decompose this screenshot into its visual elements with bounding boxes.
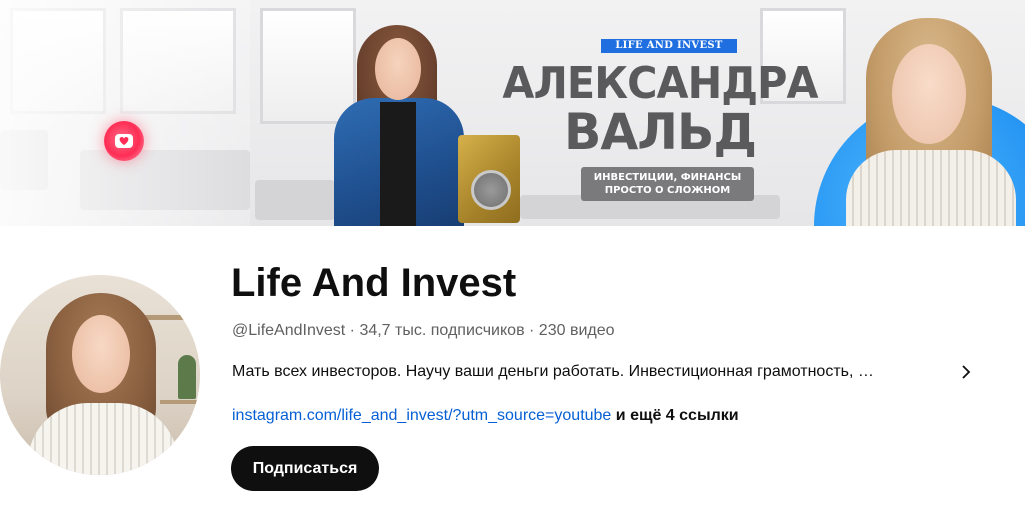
channel-external-link[interactable]: instagram.com/life_and_invest/?utm_sourc… [232,407,611,424]
channel-title: Life And Invest [231,261,517,305]
chevron-right-icon[interactable] [955,361,977,383]
channel-handle: @LifeAndInvest [232,322,346,339]
banner-subtitle: ИНВЕСТИЦИИ, ФИНАНСЫ ПРОСТО О СЛОЖНОМ [581,167,754,201]
table-decoration [255,180,335,220]
window-decoration [260,8,356,124]
meta-separator: · [349,322,355,339]
video-count: 230 видео [538,322,615,339]
banner-tag: LIFE AND INVEST [601,39,737,53]
channel-description[interactable]: Мать всех инвесторов. Научу ваши деньги … [232,361,874,383]
subscriber-count: 34,7 тыс. подписчиков [359,322,525,339]
subscribe-button[interactable]: Подписаться [231,446,379,491]
channel-meta: @LifeAndInvest · 34,7 тыс. подписчиков ·… [232,320,615,342]
channel-banner: LIFE AND INVEST АЛЕКСАНДРА ВАЛЬД ИНВЕСТИ… [0,0,1025,226]
banner-name-last: ВАЛЬД [563,103,757,161]
heart-badge-icon [104,121,144,161]
channel-links: instagram.com/life_and_invest/?utm_sourc… [232,405,739,427]
more-links-button[interactable]: и ещё 4 ссылки [616,407,739,424]
meta-separator: · [529,322,535,339]
channel-avatar[interactable] [0,275,200,475]
